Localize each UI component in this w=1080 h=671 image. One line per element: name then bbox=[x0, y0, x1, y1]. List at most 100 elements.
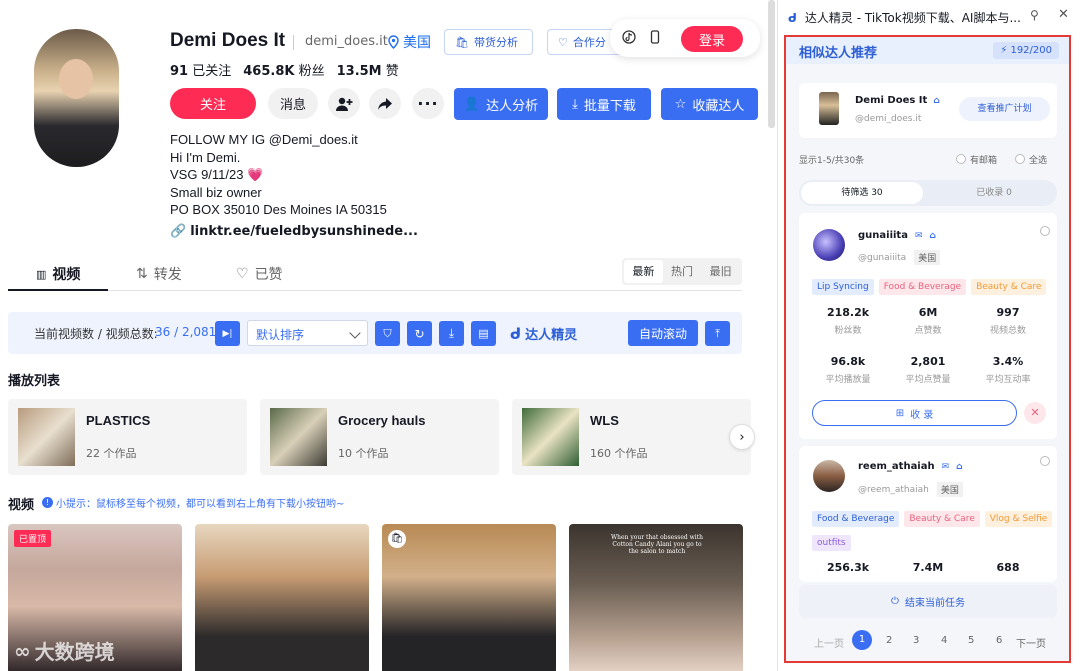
end-task-button[interactable]: ⏻ 结束当前任务 bbox=[799, 585, 1057, 618]
sort-oldest[interactable]: 最旧 bbox=[701, 260, 740, 283]
current-creator-card: Demi Does It ⌂ @demi_does.it 查看推广计划 bbox=[799, 83, 1057, 138]
video-count-label: 当前视频数 / 视频总数: bbox=[34, 327, 158, 341]
grid-icon: ▥ bbox=[36, 267, 47, 281]
close-icon[interactable]: ✕ bbox=[1058, 7, 1069, 22]
email-icon[interactable]: ✉ bbox=[915, 231, 923, 241]
info-icon: ! bbox=[42, 497, 53, 508]
sort-latest[interactable]: 最新 bbox=[624, 260, 663, 283]
location-pin-icon bbox=[388, 35, 399, 49]
home-icon[interactable]: ⌂ bbox=[930, 231, 936, 241]
tab-reposts[interactable]: ⇅ 转发 bbox=[136, 264, 182, 284]
chevron-down-icon bbox=[349, 327, 361, 339]
video-card[interactable] bbox=[195, 524, 369, 671]
login-button[interactable]: 登录 bbox=[681, 26, 743, 52]
export-button[interactable]: ▤ bbox=[471, 321, 496, 346]
watermark-logo-icon: ∞ bbox=[14, 638, 31, 663]
video-card[interactable]: 🛍 bbox=[382, 524, 556, 671]
sort-segment: 最新 热门 最旧 bbox=[622, 258, 742, 285]
active-tab-indicator bbox=[8, 289, 108, 291]
videos-title: 视频 bbox=[8, 498, 35, 513]
metric-likes: 6M 点赞数 bbox=[914, 306, 942, 336]
refresh-button[interactable]: ↻ bbox=[407, 321, 432, 346]
collect-creator-button[interactable]: ☆ 收藏达人 bbox=[661, 88, 758, 120]
video-count: 36 / 2,081 bbox=[155, 325, 217, 339]
pin-icon[interactable]: ⚲ bbox=[1030, 8, 1039, 22]
dismiss-button[interactable]: ✕ bbox=[1024, 402, 1046, 424]
metric-avg-views: 96.8k 平均播放量 bbox=[825, 355, 871, 385]
seg-collected[interactable]: 已收录 0 bbox=[933, 182, 1055, 204]
select-creator-radio[interactable] bbox=[1040, 456, 1050, 466]
playlist-next-button[interactable]: › bbox=[729, 424, 755, 450]
filter-button[interactable]: ⛉ bbox=[375, 321, 400, 346]
watermark: ∞ 大数跨境 bbox=[14, 638, 115, 665]
skip-button[interactable]: ▶| bbox=[215, 321, 240, 346]
chevron-right-icon: › bbox=[739, 429, 745, 445]
playlist-card[interactable]: PLASTICS 22 个作品 bbox=[8, 399, 247, 475]
auto-scroll-button[interactable]: 自动滚动 bbox=[628, 320, 698, 346]
select-all-radio[interactable] bbox=[1015, 154, 1025, 164]
tiktok-profile-page: Demi Does It demi_does.it 美国 🛍 带货分析 ♡ 合作分 … bbox=[0, 0, 770, 671]
add-icon: ⊞ bbox=[895, 407, 905, 419]
brand-icon: ᑯ bbox=[510, 324, 522, 343]
message-button[interactable]: 消息 bbox=[268, 88, 318, 119]
video-caption: When your that obsessed with Cotton Cand… bbox=[610, 534, 704, 555]
follow-button[interactable]: 关注 bbox=[170, 88, 256, 119]
share-icon bbox=[378, 97, 392, 110]
scroll-top-button[interactable]: ⤒ bbox=[705, 321, 730, 346]
phone-icon[interactable] bbox=[648, 30, 662, 44]
home-icon[interactable]: ⌂ bbox=[933, 96, 939, 106]
creator-analysis-button[interactable]: 👤 达人分析 bbox=[454, 88, 548, 120]
page-3[interactable]: 3 bbox=[913, 635, 919, 646]
playlist-title: 播放列表 bbox=[8, 374, 61, 389]
email-icon[interactable]: ✉ bbox=[942, 462, 950, 472]
batch-download-button[interactable]: ⤓ 批量下载 bbox=[557, 88, 651, 120]
download-button[interactable]: ⤓ bbox=[439, 321, 464, 346]
playlist-card[interactable]: Grocery hauls 10 个作品 bbox=[260, 399, 499, 475]
more-button[interactable]: ··· bbox=[412, 88, 444, 119]
profile-link[interactable]: 🔗 linktr.ee/fueledbysunshinede... bbox=[170, 224, 418, 239]
page-6[interactable]: 6 bbox=[996, 635, 1002, 646]
goods-analysis-button[interactable]: 🛍 带货分析 bbox=[444, 29, 533, 55]
promo-plan-button[interactable]: 查看推广计划 bbox=[959, 97, 1050, 121]
prev-page-button[interactable]: 上一页 bbox=[814, 635, 844, 650]
profile-bio: FOLLOW MY IG @Demi_does.it Hi I'm Demi. … bbox=[170, 132, 387, 217]
playlist-thumbnail bbox=[270, 408, 327, 466]
page-2[interactable]: 2 bbox=[886, 635, 892, 646]
sort-select[interactable]: 默认排序 bbox=[247, 320, 368, 346]
playlist-thumbnail bbox=[18, 408, 75, 466]
more-icon: ··· bbox=[417, 94, 439, 113]
metric-videos: 688 bbox=[996, 561, 1020, 574]
collect-button[interactable]: ⊞ 收 录 bbox=[812, 400, 1017, 426]
creator-avatar bbox=[819, 92, 839, 125]
tab-videos[interactable]: ▥ 视频 bbox=[36, 264, 80, 284]
share-button[interactable] bbox=[369, 88, 401, 119]
bag-icon: 🛍 bbox=[455, 35, 469, 49]
add-friend-button[interactable] bbox=[328, 88, 360, 119]
page-4[interactable]: 4 bbox=[941, 635, 947, 646]
download-icon: ⤓ bbox=[448, 326, 455, 340]
tab-liked[interactable]: ♡ 已赞 bbox=[236, 264, 283, 284]
video-card[interactable]: When your that obsessed with Cotton Cand… bbox=[569, 524, 743, 671]
arrow-up-icon: ⤒ bbox=[715, 326, 720, 340]
location-label: 美国 bbox=[387, 32, 431, 52]
star-icon: ☆ bbox=[674, 96, 687, 112]
download-icon: ⤓ bbox=[572, 96, 578, 112]
page-scrollbar[interactable] bbox=[768, 0, 775, 128]
home-icon[interactable]: ⌂ bbox=[956, 462, 962, 472]
select-creator-radio[interactable] bbox=[1040, 226, 1050, 236]
page-1[interactable]: 1 bbox=[852, 630, 872, 650]
playlist-thumbnail bbox=[522, 408, 579, 466]
repost-icon: ⇅ bbox=[136, 266, 148, 282]
next-page-button[interactable]: 下一页 bbox=[1016, 635, 1046, 650]
creator-avatar bbox=[813, 229, 845, 261]
playlist-card[interactable]: WLS 160 个作品 bbox=[512, 399, 751, 475]
seg-pending[interactable]: 待筛选 30 bbox=[801, 182, 923, 204]
heart-icon: ♡ bbox=[558, 35, 568, 49]
page-5[interactable]: 5 bbox=[968, 635, 974, 646]
metric-engagement: 3.4% 平均互动率 bbox=[985, 355, 1031, 385]
sort-popular[interactable]: 热门 bbox=[663, 260, 702, 283]
has-email-radio[interactable] bbox=[956, 154, 966, 164]
profile-name: Demi Does It bbox=[170, 30, 286, 51]
tiktok-icon[interactable] bbox=[622, 30, 636, 44]
file-icon: ▤ bbox=[478, 327, 489, 340]
